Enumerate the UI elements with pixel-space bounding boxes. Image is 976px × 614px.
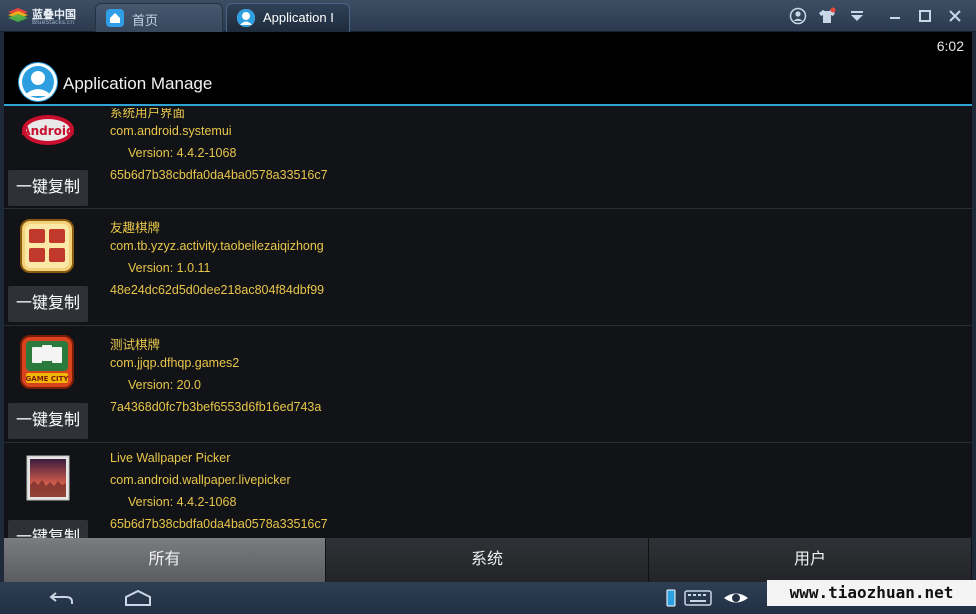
brand-sub: BlueStacks.cn bbox=[32, 19, 75, 26]
app-package: com.android.wallpaper.livepicker bbox=[110, 473, 291, 487]
close-icon[interactable] bbox=[946, 7, 964, 25]
tab-home[interactable]: 首页 bbox=[95, 3, 223, 32]
copy-button[interactable]: 一键复制 bbox=[8, 170, 88, 206]
app-version: Version: 4.4.2-1068 bbox=[128, 495, 237, 509]
copy-button[interactable]: 一键复制 bbox=[8, 403, 88, 439]
app-version: Version: 20.0 bbox=[128, 378, 201, 392]
game-city-icon: GAME CITY bbox=[20, 335, 74, 389]
back-icon[interactable] bbox=[48, 589, 76, 607]
home-tab-icon bbox=[106, 9, 124, 27]
status-clock: 6:02 bbox=[936, 38, 964, 54]
list-item: GAME CITY 测试棋牌 com.jjqp.dfhqp.games2 Ver… bbox=[4, 326, 972, 443]
app-package: com.android.systemui bbox=[110, 124, 232, 138]
svg-text:GAME CITY: GAME CITY bbox=[26, 375, 70, 383]
list-item: Live Wallpaper Picker com.android.wallpa… bbox=[4, 443, 972, 538]
minimize-icon[interactable] bbox=[886, 7, 904, 25]
android-screen: 6:02 Application Manage Android 系统用户界面 c… bbox=[4, 32, 972, 582]
app-hash: 65b6d7b38cbdfa0da4ba0578a33516c7 bbox=[110, 168, 328, 182]
list-item: 友趣棋牌 com.tb.yzyz.activity.taobeilezaiqiz… bbox=[4, 209, 972, 326]
app-list[interactable]: Android 系统用户界面 com.android.systemui Vers… bbox=[4, 108, 972, 538]
bottom-tab-bar: 所有 系统 用户 bbox=[4, 538, 972, 582]
bluestacks-logo-icon bbox=[8, 8, 28, 22]
app-version: Version: 1.0.11 bbox=[128, 261, 211, 275]
app-version: Version: 4.4.2-1068 bbox=[128, 146, 237, 160]
action-bar: Application Manage bbox=[4, 58, 972, 106]
copy-button[interactable]: 一键复制 bbox=[8, 286, 88, 322]
app-hash: 65b6d7b38cbdfa0da4ba0578a33516c7 bbox=[110, 517, 328, 531]
tab-app-label: Application I bbox=[263, 10, 334, 25]
app-name: 测试棋牌 bbox=[110, 338, 161, 352]
app-avatar-icon bbox=[18, 62, 58, 102]
account-icon[interactable] bbox=[789, 7, 807, 25]
page-title: Application Manage bbox=[63, 74, 213, 93]
list-item: Android 系统用户界面 com.android.systemui Vers… bbox=[4, 108, 972, 209]
tab-all[interactable]: 所有 bbox=[4, 538, 326, 582]
eye-icon[interactable] bbox=[722, 589, 750, 607]
tab-user[interactable]: 用户 bbox=[649, 538, 972, 582]
youqu-chess-icon bbox=[20, 219, 74, 273]
app-hash: 48e24dc62d5d0dee218ac804f84dbf99 bbox=[110, 283, 325, 297]
tab-home-label: 首页 bbox=[132, 13, 159, 28]
watermark: www.tiaozhuan.net bbox=[767, 580, 976, 606]
window-titlebar: 蓝叠中国 BlueStacks.cn 首页 Application I bbox=[0, 0, 976, 32]
tab-system[interactable]: 系统 bbox=[326, 538, 649, 582]
copy-button[interactable]: 一键复制 bbox=[8, 520, 88, 538]
app-hash: 7a4368d0fc7b3bef6553d6fb16ed743a bbox=[110, 400, 322, 414]
app-package: com.jjqp.dfhqp.games2 bbox=[110, 356, 240, 370]
maximize-icon[interactable] bbox=[916, 7, 934, 25]
app-name: Live Wallpaper Picker bbox=[110, 451, 231, 465]
bluestacks-brand: 蓝叠中国 BlueStacks.cn bbox=[8, 5, 88, 27]
status-bar: 6:02 bbox=[4, 32, 972, 58]
app-name: 系统用户界面 bbox=[110, 108, 186, 120]
android-logo-icon: Android bbox=[21, 115, 75, 145]
app-name: 友趣棋牌 bbox=[110, 221, 161, 235]
wallpaper-picker-icon bbox=[26, 455, 70, 501]
home-icon[interactable] bbox=[124, 589, 152, 607]
app-tab-icon bbox=[237, 9, 255, 27]
tshirt-icon[interactable] bbox=[818, 7, 836, 25]
tab-application-manager[interactable]: Application I bbox=[226, 3, 350, 32]
phone-icon[interactable] bbox=[664, 589, 678, 607]
svg-text:Android: Android bbox=[21, 124, 74, 138]
keyboard-icon[interactable] bbox=[684, 589, 712, 607]
dropdown-icon[interactable] bbox=[848, 7, 866, 25]
app-package: com.tb.yzyz.activity.taobeilezaiqizhong bbox=[110, 239, 324, 253]
